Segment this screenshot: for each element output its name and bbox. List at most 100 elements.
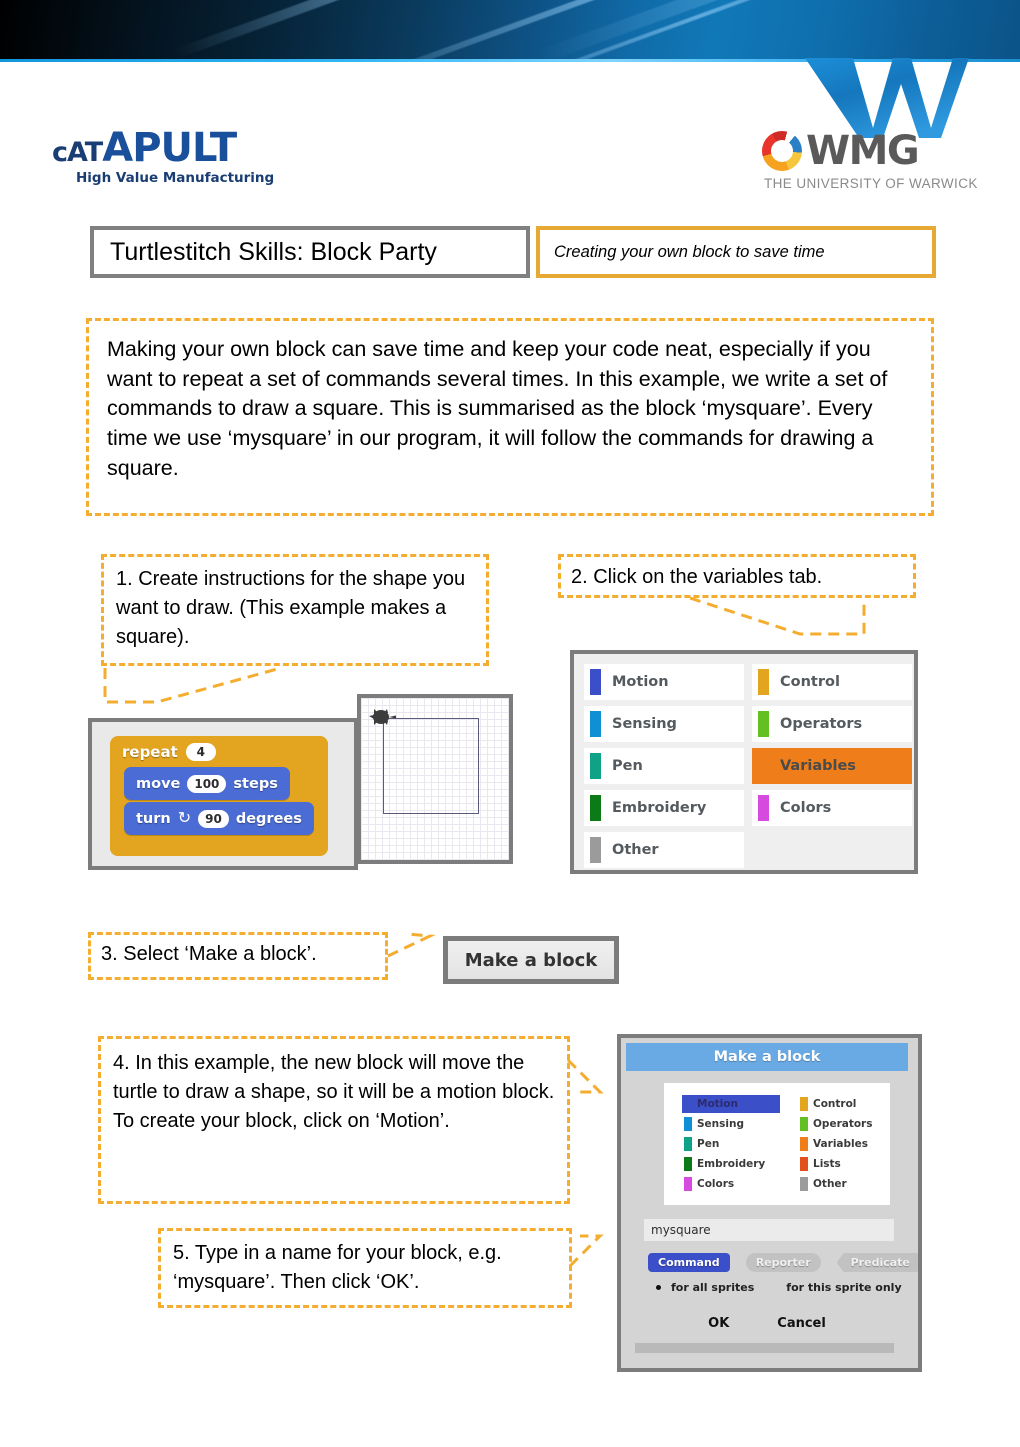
dialog-category-control[interactable]: Control [798, 1095, 896, 1113]
palette-label-motion: Motion [612, 674, 669, 690]
dialog-title-text: Make a block [713, 1049, 821, 1065]
palette-item-sensing[interactable]: Sensing [584, 706, 744, 742]
dialog-category-label-operators: Operators [813, 1118, 873, 1130]
block-type-reporter-button[interactable]: Reporter [745, 1253, 821, 1272]
dialog-category-label-sensing: Sensing [697, 1118, 744, 1130]
page-title-row: Turtlestitch Skills: Block Party Creatin… [90, 226, 936, 278]
motion-color-swatch [590, 669, 601, 695]
turn-block-unit: degrees [235, 810, 302, 827]
dialog-category-variables[interactable]: Variables [798, 1135, 896, 1153]
move-block-unit: steps [233, 775, 278, 792]
catapult-wordmark-part2: APULT [102, 125, 237, 171]
drawn-square-path [383, 718, 479, 814]
dialog-category-other[interactable]: Other [798, 1175, 896, 1193]
variables-color-swatch [758, 753, 769, 779]
dialog-scope-group: for all sprites for this sprite only [656, 1281, 908, 1294]
lists-color-swatch [800, 1157, 808, 1171]
repeat-count-input[interactable]: 4 [185, 742, 216, 761]
embroidery-color-swatch [684, 1157, 692, 1171]
dialog-category-sensing[interactable]: Sensing [682, 1115, 780, 1133]
turn-degrees-input[interactable]: 90 [198, 809, 229, 828]
dialog-category-label-motion: Motion [697, 1098, 738, 1110]
palette-item-control[interactable]: Control [752, 664, 912, 700]
pen-color-swatch [684, 1137, 692, 1151]
catapult-logo-wordmark: cATAPULT [52, 128, 262, 168]
make-a-block-button[interactable]: Make a block [443, 936, 619, 984]
catapult-logo: cATAPULT High Value Manufacturing [52, 128, 274, 186]
banner-streak [436, 0, 964, 62]
palette-item-operators[interactable]: Operators [752, 706, 912, 742]
category-palette-screenshot: Motion Control Sensing Operators Pen Var… [570, 650, 918, 874]
scope-all-sprites-radio[interactable] [656, 1285, 661, 1290]
make-a-block-dialog: Make a block Motion Control Sensing Oper… [626, 1043, 908, 1363]
move-steps-input[interactable]: 100 [187, 774, 227, 793]
turn-block[interactable]: turn ↻ 90 degrees [124, 802, 314, 835]
palette-item-other[interactable]: Other [584, 832, 744, 868]
intro-callout: Making your own block can save time and … [86, 318, 934, 516]
dialog-category-pen[interactable]: Pen [682, 1135, 780, 1153]
block-name-input[interactable]: mysquare [644, 1219, 894, 1241]
operators-color-swatch [800, 1117, 808, 1131]
page-subtitle: Creating your own block to save time [536, 226, 936, 278]
other-color-swatch [800, 1177, 808, 1191]
dialog-category-label-pen: Pen [697, 1138, 720, 1150]
dialog-category-lists[interactable]: Lists [798, 1155, 896, 1173]
palette-label-variables: Variables [780, 758, 856, 774]
sensing-color-swatch [590, 711, 601, 737]
block-type-predicate-button[interactable]: Predicate [837, 1253, 922, 1272]
variables-color-swatch [800, 1137, 808, 1151]
make-a-block-dialog-screenshot: Make a block Motion Control Sensing Oper… [617, 1034, 922, 1372]
banner-bottom-edge [0, 59, 1020, 62]
dialog-cancel-button[interactable]: Cancel [777, 1316, 826, 1331]
move-block[interactable]: move 100 steps [124, 767, 290, 800]
palette-label-sensing: Sensing [612, 716, 677, 732]
dialog-category-operators[interactable]: Operators [798, 1115, 896, 1133]
palette-item-embroidery[interactable]: Embroidery [584, 790, 744, 826]
intro-text: Making your own block can save time and … [107, 337, 888, 480]
palette-item-variables[interactable]: Variables [752, 748, 912, 784]
scope-this-sprite-label[interactable]: for this sprite only [786, 1281, 901, 1294]
step-3-text: 3. Select ‘Make a block’. [101, 943, 317, 965]
turtle-canvas-screenshot [357, 694, 513, 864]
palette-item-pen[interactable]: Pen [584, 748, 744, 784]
dialog-category-embroidery[interactable]: Embroidery [682, 1155, 780, 1173]
repeat-block-header: repeat 4 [110, 736, 328, 767]
step-1-callout: 1. Create instructions for the shape you… [101, 554, 489, 666]
repeat-block[interactable]: repeat 4 move 100 steps turn ↻ 90 degree… [110, 736, 328, 856]
move-block-label: move [136, 775, 181, 792]
step-5-callout: 5. Type in a name for your block, e.g. ‘… [158, 1228, 572, 1308]
step-3-callout: 3. Select ‘Make a block’. [88, 932, 388, 980]
dialog-ok-button[interactable]: OK [708, 1316, 729, 1331]
page-title: Turtlestitch Skills: Block Party [90, 226, 530, 278]
dialog-category-colors[interactable]: Colors [682, 1175, 780, 1193]
dialog-scrollbar[interactable] [635, 1343, 894, 1353]
dialog-category-motion[interactable]: Motion [682, 1095, 780, 1113]
dialog-category-label-control: Control [813, 1098, 857, 1110]
scope-all-sprites-label[interactable]: for all sprites [671, 1281, 754, 1294]
palette-item-colors[interactable]: Colors [752, 790, 912, 826]
sensing-color-swatch [684, 1117, 692, 1131]
step-1-text: 1. Create instructions for the shape you… [116, 568, 466, 648]
other-color-swatch [590, 837, 601, 863]
page-title-text: Turtlestitch Skills: Block Party [110, 237, 437, 266]
palette-label-control: Control [780, 674, 840, 690]
header-banner [0, 0, 1020, 62]
block-type-command-button[interactable]: Command [648, 1253, 730, 1272]
wmg-logo: WMG THE UNIVERSITY OF WARWICK [762, 128, 977, 191]
catapult-wordmark-part1: cAT [52, 137, 103, 168]
category-palette-grid: Motion Control Sensing Operators Pen Var… [584, 664, 912, 868]
repeat-block-body: move 100 steps turn ↻ 90 degrees [110, 767, 328, 835]
control-color-swatch [758, 669, 769, 695]
dialog-block-type-group: Command Reporter Predicate [648, 1253, 908, 1272]
repeat-block-footer [110, 837, 260, 856]
colors-color-swatch [758, 795, 769, 821]
step-4-text: 4. In this example, the new block will m… [113, 1052, 555, 1132]
step-4-callout: 4. In this example, the new block will m… [98, 1036, 570, 1204]
palette-item-motion[interactable]: Motion [584, 664, 744, 700]
palette-grid-filler [752, 832, 912, 868]
step-5-text: 5. Type in a name for your block, e.g. ‘… [173, 1242, 502, 1293]
dialog-category-grid: Motion Control Sensing Operators Pen Var… [682, 1095, 880, 1193]
wmg-swoosh-icon [762, 131, 802, 171]
wmg-logo-wordmark: WMG [806, 128, 920, 174]
turtle-sprite-icon [369, 709, 396, 725]
